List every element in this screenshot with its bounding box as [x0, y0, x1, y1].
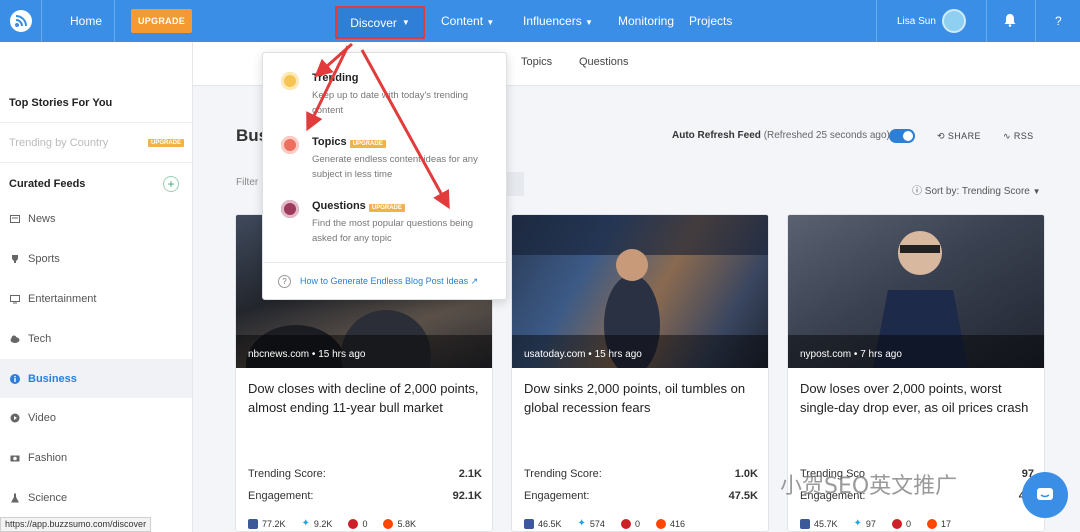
tv-icon: [10, 294, 20, 304]
article-image: [512, 215, 768, 375]
questions-icon: [281, 200, 299, 218]
tab-questions[interactable]: Questions: [579, 56, 629, 68]
sidebar: Top Stories For You Trending by Country …: [0, 42, 193, 532]
pinterest-icon: [348, 518, 359, 529]
engagement-row: Engagement: 92.1K: [248, 490, 482, 502]
discover-dropdown: Trending Keep up to date with today's tr…: [262, 52, 507, 300]
upgrade-badge: UPGRADE: [368, 204, 405, 212]
trending-score-row: Trending Score: 1.0K: [524, 468, 758, 480]
chevron-down-icon: ▼: [486, 18, 495, 27]
article-source: usatoday.com • 15 hrs ago: [524, 349, 642, 360]
article-title[interactable]: Dow closes with decline of 2,000 points,…: [248, 379, 486, 417]
nav-content[interactable]: Content ▼: [441, 14, 494, 28]
sidebar-item-entertainment[interactable]: Entertainment: [0, 279, 192, 318]
upgrade-button[interactable]: UPGRADE: [131, 9, 192, 33]
reddit-icon: [655, 518, 666, 529]
sidebar-item-video[interactable]: Video: [0, 398, 192, 437]
chevron-down-icon: ▼: [401, 18, 410, 27]
engagement-row: Engagement: 47.5K: [524, 490, 758, 502]
sort-dropdown[interactable]: ⓘ Sort by: Trending Score ▼: [912, 182, 1041, 197]
play-icon: [10, 413, 20, 423]
topics-icon: [281, 136, 299, 154]
chevron-down-icon: ▼: [585, 18, 593, 27]
auto-refresh-toggle[interactable]: [889, 129, 915, 143]
sidebar-item-news[interactable]: News: [0, 199, 192, 238]
nav-discover[interactable]: Discover ▼: [335, 6, 425, 39]
sidebar-item-science[interactable]: Science: [0, 478, 192, 517]
sidebar-curated-feeds: Curated Feeds: [9, 178, 86, 190]
info-icon: ⓘ: [912, 186, 922, 197]
facebook-icon: [524, 518, 534, 529]
social-stats: 46.5K ✦ 574 0 416: [524, 518, 685, 529]
nav-influencers[interactable]: Influencers ▼: [523, 14, 593, 28]
nav-monitoring[interactable]: Monitoring: [618, 14, 674, 28]
article-title[interactable]: Dow loses over 2,000 points, worst singl…: [800, 379, 1038, 417]
chevron-down-icon: ▼: [1032, 187, 1041, 196]
sidebar-item-tech[interactable]: Tech: [0, 319, 192, 358]
top-nav: Home UPGRADE Discover ▼ Content ▼ Influe…: [0, 0, 1080, 42]
chat-icon: [1037, 488, 1053, 500]
facebook-icon: [248, 518, 258, 529]
status-bar-url: https://app.buzzsumo.com/discover: [0, 517, 152, 532]
upgrade-badge: UPGRADE: [349, 140, 386, 148]
camera-icon: [10, 453, 20, 463]
twitter-icon: ✦: [301, 518, 310, 529]
cloud-icon: [10, 334, 20, 344]
blog-ideas-link[interactable]: How to Generate Endless Blog Post Ideas …: [300, 276, 478, 287]
avatar[interactable]: [942, 9, 966, 33]
share-icon: ⟲: [937, 131, 945, 141]
rss-icon: ∿: [1003, 131, 1011, 141]
watermark: 小贺SEO英文推广: [780, 474, 958, 499]
sidebar-item-business[interactable]: Business: [0, 359, 192, 398]
add-feed-button[interactable]: +: [163, 176, 179, 192]
flask-icon: [10, 493, 20, 503]
nav-projects[interactable]: Projects: [689, 14, 732, 28]
social-stats: 77.2K ✦ 9.2K 0 5.8K: [248, 518, 416, 529]
rss-button[interactable]: ∿ RSS: [1003, 131, 1034, 142]
pinterest-icon: [620, 518, 631, 529]
bell-icon[interactable]: [1004, 13, 1016, 30]
buzzsumo-logo-icon[interactable]: [0, 0, 42, 42]
article-title[interactable]: Dow sinks 2,000 points, oil tumbles on g…: [524, 379, 762, 417]
sidebar-trending-by-country[interactable]: Trending by Country UPGRADE: [9, 137, 184, 149]
sidebar-item-fashion[interactable]: Fashion: [0, 438, 192, 477]
sidebar-top-stories[interactable]: Top Stories For You: [9, 97, 112, 109]
chat-button[interactable]: [1022, 472, 1068, 518]
info-icon: [10, 373, 20, 384]
auto-refresh-label: Auto Refresh Feed (Refreshed 25 seconds …: [672, 130, 890, 141]
help-icon[interactable]: ?: [1055, 14, 1062, 28]
filter-label: Filter: [236, 177, 259, 188]
trending-icon: [281, 72, 299, 90]
trending-score-row: Trending Score: 2.1K: [248, 468, 482, 480]
dropdown-footer: ? How to Generate Endless Blog Post Idea…: [263, 262, 506, 300]
pinterest-icon: [891, 518, 902, 529]
share-button[interactable]: ⟲ SHARE: [937, 131, 981, 142]
sidebar-item-sports[interactable]: Sports: [0, 239, 192, 278]
article-image: [788, 215, 1044, 368]
user-name[interactable]: Lisa Sun: [897, 16, 936, 27]
external-link-icon: ↗: [470, 276, 479, 286]
article-card[interactable]: usatoday.com • 15 hrs ago Dow sinks 2,00…: [511, 214, 769, 532]
reddit-icon: [926, 518, 937, 529]
nav-home[interactable]: Home: [70, 14, 102, 28]
article-source: nypost.com • 7 hrs ago: [800, 349, 902, 360]
twitter-icon: ✦: [577, 518, 586, 529]
reddit-icon: [383, 518, 394, 529]
social-stats: 45.7K ✦ 97 0 17: [800, 518, 951, 529]
newspaper-icon: [10, 214, 20, 224]
article-source: nbcnews.com • 15 hrs ago: [248, 349, 366, 360]
nav-discover-label: Discover: [350, 15, 397, 30]
twitter-icon: ✦: [853, 518, 862, 529]
upgrade-badge: UPGRADE: [147, 139, 184, 147]
question-icon: ?: [278, 275, 291, 288]
tab-topics[interactable]: Topics: [521, 56, 552, 68]
trophy-icon: [10, 254, 20, 264]
facebook-icon: [800, 518, 810, 529]
